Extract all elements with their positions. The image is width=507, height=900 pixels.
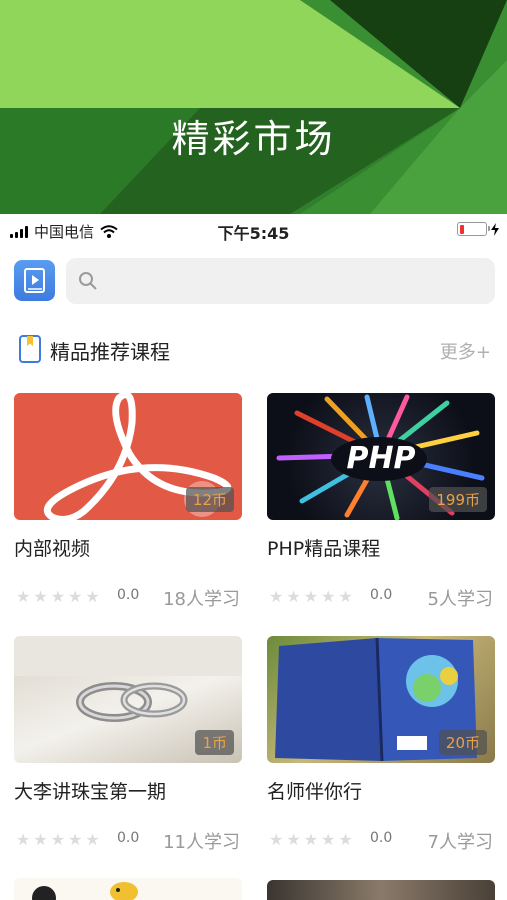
section-title: 精品推荐课程 [50, 340, 170, 364]
course-thumbnail-partial[interactable] [14, 878, 242, 900]
rating-stars: ★ ★ ★ ★ ★ [269, 830, 353, 849]
course-title: 名师伴你行 [267, 781, 363, 803]
banner-background [0, 0, 507, 214]
php-thumb-text: PHP [346, 441, 416, 476]
section-header: 精品推荐课程 更多+ [18, 332, 491, 366]
learner-count: 18人学习 [163, 589, 240, 610]
video-book-icon [23, 267, 45, 293]
rating-stars: ★ ★ ★ ★ ★ [269, 587, 353, 606]
course-thumbnail: 20币 [267, 636, 495, 763]
learner-count: 5人学习 [427, 589, 493, 610]
rating-stars: ★ ★ ★ ★ ★ [16, 830, 100, 849]
search-input[interactable] [104, 258, 487, 304]
course-title: 大李讲珠宝第一期 [14, 781, 167, 803]
course-app-icon[interactable] [14, 260, 55, 301]
course-thumbnail: 12币 [14, 393, 242, 520]
price-badge: 1币 [195, 730, 234, 755]
price-badge: 199币 [429, 487, 487, 512]
course-thumbnail: 1币 [14, 636, 242, 763]
charging-icon [491, 222, 499, 236]
status-bar: 中国电信 下午5:45 [0, 214, 507, 246]
search-icon [79, 272, 97, 290]
course-card[interactable]: PHP 199币 PHP精品课程 ★ ★ ★ ★ ★ 0.0 5人学习 [267, 393, 495, 610]
rating-value: 0.0 [117, 587, 140, 603]
search-box[interactable] [66, 258, 495, 304]
learner-count: 11人学习 [163, 832, 240, 853]
price-badge: 20币 [438, 730, 487, 755]
course-title: 内部视频 [14, 538, 91, 560]
rating-value: 0.0 [370, 830, 393, 846]
clock: 下午5:45 [217, 224, 290, 243]
banner: 精彩市场 [0, 0, 507, 214]
rating-value: 0.0 [370, 587, 393, 603]
more-link[interactable]: 更多+ [440, 338, 491, 364]
course-card[interactable]: 1币 大李讲珠宝第一期 ★ ★ ★ ★ ★ 0.0 11人学习 [14, 636, 242, 853]
course-thumbnail-partial[interactable] [267, 880, 495, 900]
course-card[interactable]: 20币 名师伴你行 ★ ★ ★ ★ ★ 0.0 7人学习 [267, 636, 495, 853]
battery-icon [457, 222, 490, 236]
cartoon-image [32, 882, 138, 900]
course-thumbnail: PHP 199币 [267, 393, 495, 520]
bookmark-book-icon [19, 335, 41, 363]
course-card[interactable]: 12币 内部视频 ★ ★ ★ ★ ★ 0.0 18人学习 [14, 393, 242, 610]
banner-title: 精彩市场 [171, 117, 336, 161]
price-badge: 12币 [185, 487, 234, 512]
learner-count: 7人学习 [427, 832, 493, 853]
rating-value: 0.0 [117, 830, 140, 846]
search-row [14, 258, 495, 304]
course-title: PHP精品课程 [267, 538, 381, 560]
rating-stars: ★ ★ ★ ★ ★ [16, 587, 100, 606]
